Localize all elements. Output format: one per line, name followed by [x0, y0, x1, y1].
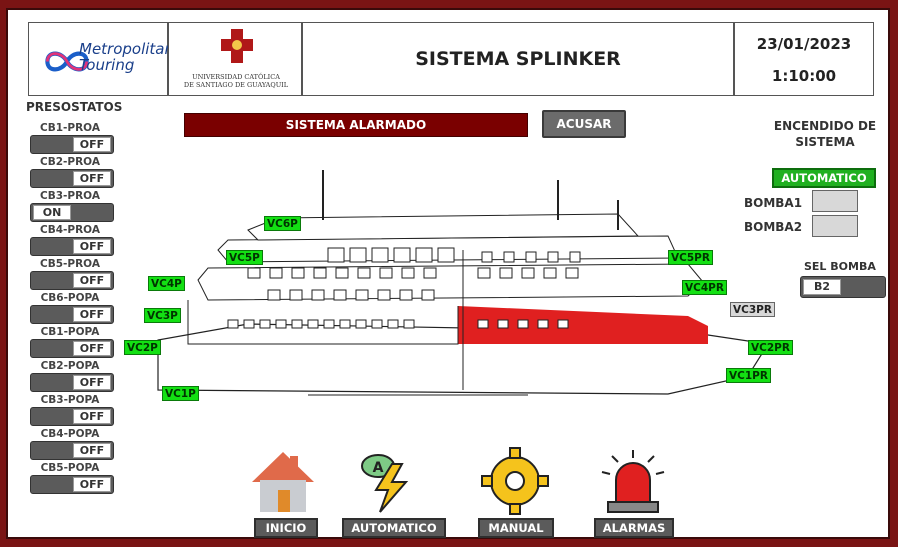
- alarm-status-bar: SISTEMA ALARMADO: [184, 113, 528, 137]
- valve-vc6p[interactable]: VC6P: [264, 216, 301, 231]
- valve-vc5p[interactable]: VC5P: [226, 250, 263, 265]
- mode-indicator[interactable]: AUTOMATICO: [772, 168, 876, 188]
- presostato-label: CB2-POPA: [40, 360, 100, 372]
- presostato-state: OFF: [73, 239, 111, 254]
- valve-vc4pr[interactable]: VC4PR: [682, 280, 727, 295]
- presostato-toggle[interactable]: OFF: [30, 237, 114, 256]
- nav-automatico-button[interactable]: AUTOMATICO: [342, 518, 446, 538]
- university-name: UNIVERSIDAD CATÓLICA DE SANTIAGO DE GUAY…: [183, 73, 289, 89]
- valve-vc4p[interactable]: VC4P: [148, 276, 185, 291]
- presostato-label: CB3-POPA: [40, 394, 100, 406]
- presostato-label: CB1-PROA: [40, 122, 100, 134]
- datetime-panel: 23/01/2023 1:10:00: [734, 22, 874, 96]
- time-display: 1:10:00: [771, 67, 837, 85]
- valve-vc1p[interactable]: VC1P: [162, 386, 199, 401]
- presostato-toggle[interactable]: OFF: [30, 339, 114, 358]
- metropolitan-logo: Metropolitan Touring: [28, 22, 174, 96]
- presostato-state: OFF: [73, 171, 111, 186]
- presostato-toggle[interactable]: OFF: [30, 373, 114, 392]
- bomba1-indicator: [812, 190, 858, 212]
- presostato-state: ON: [33, 205, 71, 220]
- presostato-toggle[interactable]: OFF: [30, 135, 114, 154]
- presostatos-title: PRESOSTATOS: [26, 100, 123, 114]
- home-icon[interactable]: [248, 448, 318, 516]
- nav-manual-button[interactable]: MANUAL: [478, 518, 554, 538]
- sel-bomba-value: B2: [803, 279, 841, 295]
- metropolitan-text: Metropolitan Touring: [79, 40, 175, 74]
- valve-vc2pr[interactable]: VC2PR: [748, 340, 793, 355]
- hmi-frame: Metropolitan Touring UNIVERSIDAD CATÓLIC…: [6, 8, 890, 539]
- presostato-toggle[interactable]: OFF: [30, 169, 114, 188]
- presostato-label: CB5-POPA: [40, 462, 100, 474]
- automatic-lightning-icon[interactable]: A: [352, 446, 422, 516]
- presostato-label: CB4-PROA: [40, 224, 100, 236]
- date-display: 23/01/2023: [756, 35, 852, 53]
- presostato-label: CB1-POPA: [40, 326, 100, 338]
- valve-vc2p[interactable]: VC2P: [124, 340, 161, 355]
- presostato-toggle[interactable]: OFF: [30, 271, 114, 290]
- valve-vc5pr[interactable]: VC5PR: [668, 250, 713, 265]
- gear-icon[interactable]: [480, 446, 550, 516]
- valve-vc3pr[interactable]: VC3PR: [730, 302, 775, 317]
- valve-vc3p[interactable]: VC3P: [144, 308, 181, 323]
- presostato-label: CB2-PROA: [40, 156, 100, 168]
- presostato-state: OFF: [73, 409, 111, 424]
- acusar-button[interactable]: ACUSAR: [542, 110, 626, 138]
- page-title: SISTEMA SPLINKER: [302, 22, 734, 96]
- presostato-label: CB5-PROA: [40, 258, 100, 270]
- bomba2-indicator: [812, 215, 858, 237]
- sel-bomba-toggle[interactable]: B2: [800, 276, 886, 298]
- nav-inicio-button[interactable]: INICIO: [254, 518, 318, 538]
- presostato-toggle[interactable]: ON: [30, 203, 114, 222]
- university-crest-icon: [221, 29, 253, 63]
- presostato-state: OFF: [73, 307, 111, 322]
- presostato-state: OFF: [73, 137, 111, 152]
- presostato-state: OFF: [73, 375, 111, 390]
- presostato-state: OFF: [73, 443, 111, 458]
- presostato-toggle[interactable]: OFF: [30, 475, 114, 494]
- presostato-toggle[interactable]: OFF: [30, 305, 114, 324]
- presostato-toggle[interactable]: OFF: [30, 407, 114, 426]
- presostato-label: CB4-POPA: [40, 428, 100, 440]
- presostato-label: CB3-PROA: [40, 190, 100, 202]
- valve-vc1pr[interactable]: VC1PR: [726, 368, 771, 383]
- alarm-siren-icon[interactable]: [598, 446, 668, 516]
- presostato-state: OFF: [73, 477, 111, 492]
- presostato-state: OFF: [73, 273, 111, 288]
- encendido-title: ENCENDIDO DE SISTEMA: [773, 119, 877, 149]
- nav-alarmas-button[interactable]: ALARMAS: [594, 518, 674, 538]
- presostato-toggle[interactable]: OFF: [30, 441, 114, 460]
- presostato-label: CB6-POPA: [40, 292, 100, 304]
- sel-bomba-title: SEL BOMBA: [804, 260, 876, 273]
- presostato-state: OFF: [73, 341, 111, 356]
- ship-drawing: [157, 170, 768, 396]
- alert-zone: [458, 306, 708, 344]
- svg-text:A: A: [373, 460, 384, 476]
- ucsg-logo: UNIVERSIDAD CATÓLICA DE SANTIAGO DE GUAY…: [168, 22, 302, 96]
